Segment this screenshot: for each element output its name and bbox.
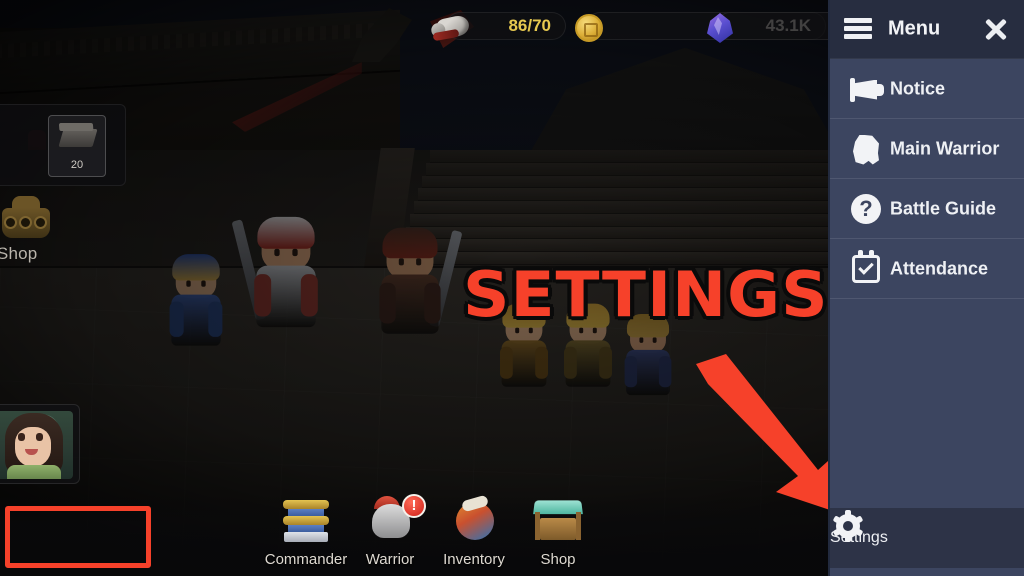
menu-header: Menu [830,0,1024,59]
menu-item-attendance[interactable]: Attendance [830,239,1024,299]
nav-item-warrior[interactable]: ! Warrior [342,494,438,570]
menu-label-battle-guide: Battle Guide [890,198,997,218]
stamina-resource[interactable]: 86/70 [432,12,566,42]
menu-title: Menu [888,17,941,40]
ingot-icon [58,129,98,147]
item-reward-panel[interactable]: 20 [0,104,126,186]
stall-icon [532,496,584,542]
menu-panel: Menu Notice Main Warrior ? Battle Guide … [828,0,1024,576]
horn-icon [432,9,471,45]
item-slot[interactable]: 20 [48,115,106,177]
nav-label-warrior: Warrior [365,551,415,568]
menu-label-notice: Notice [890,78,946,98]
megaphone-icon [848,71,884,107]
menu-item-battle-guide[interactable]: Battle Guide [830,179,1024,239]
menu-item-notice[interactable]: Notice [830,59,1024,119]
menu-item-settings[interactable]: Settings [830,508,1024,568]
close-icon[interactable] [982,16,1008,42]
cash-shop-label: ash Shop [0,244,38,263]
menu-label-attendance: Attendance [890,258,989,278]
nav-label-inventory: Inventory [443,551,505,568]
portrait-art [0,411,73,479]
chibi-character [500,303,548,398]
game-screen: 20 ash Shop 86/70 [0,0,1024,576]
chibi-character [379,227,463,348]
cash-shop-button[interactable]: ash Shop [0,196,84,272]
menu-item-main-warrior[interactable]: Main Warrior [830,119,1024,179]
warrior-alert-badge: ! [402,494,426,518]
question-icon [848,191,884,227]
nav-item-inventory[interactable]: Inventory [426,494,522,570]
bottom-navigation-bar: Commander ! Warrior Inventory Shop [0,494,828,576]
chibi-character [169,254,223,358]
menu-label-main-warrior: Main Warrior [890,138,1000,158]
menu-item-list: Notice Main Warrior Battle Guide [830,59,1024,299]
nav-item-commander[interactable]: Commander [258,496,354,570]
chibi-character [564,303,612,398]
character-portrait[interactable] [0,404,80,484]
gem-icon [703,9,741,45]
cash-shop-icon [0,196,54,242]
nav-label-commander: Commander [264,551,348,568]
stamina-value: 86/70 [508,16,551,35]
nav-item-shop[interactable]: Shop [510,496,606,570]
chibi-character [624,313,672,406]
coin-icon [573,9,611,45]
chibi-character [231,216,318,342]
calendar-check-icon [848,249,884,287]
item-count: 20 [70,159,84,171]
warrior-bust-icon [848,131,884,167]
bag-icon [448,494,500,542]
hamburger-icon[interactable] [844,18,872,40]
nav-label-shop: Shop [540,551,576,568]
pagoda-icon [280,496,332,542]
